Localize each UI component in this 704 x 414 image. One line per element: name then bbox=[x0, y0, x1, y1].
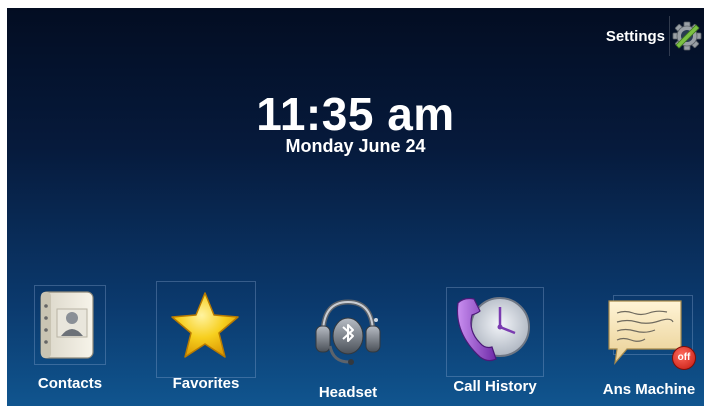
phone-clock-icon bbox=[456, 297, 530, 362]
contacts-app[interactable]: Contacts bbox=[34, 285, 106, 398]
gear-icon bbox=[672, 21, 702, 51]
clock-date: Monday June 24 bbox=[285, 136, 426, 156]
headset-label: Headset bbox=[318, 384, 378, 401]
settings-button[interactable] bbox=[669, 16, 704, 56]
clock-display: 11:35 am Monday June 24 bbox=[7, 88, 704, 156]
contacts-label: Contacts bbox=[37, 375, 103, 392]
star-icon bbox=[171, 292, 239, 358]
badge-text: off bbox=[677, 352, 691, 363]
ans-machine-app[interactable]: off Ans Machine bbox=[603, 295, 696, 400]
headset-app[interactable]: Headset bbox=[310, 290, 386, 401]
bluetooth-headset-icon bbox=[315, 299, 381, 365]
favorites-label: Favorites bbox=[172, 375, 240, 392]
favorites-app[interactable]: Favorites bbox=[156, 281, 256, 396]
call-history-app[interactable]: Call History bbox=[446, 287, 544, 400]
settings-label[interactable]: Settings bbox=[606, 28, 665, 45]
clock-time: 11:35 am bbox=[256, 88, 455, 140]
ans-machine-label: Ans Machine bbox=[602, 381, 696, 398]
call-history-label: Call History bbox=[453, 378, 537, 395]
answering-off-badge: off bbox=[672, 346, 696, 370]
settings-area: Settings bbox=[606, 16, 704, 56]
address-book-icon bbox=[40, 291, 94, 359]
home-screen: Settings 11:35 am Monday June 24 Contact… bbox=[7, 8, 704, 406]
